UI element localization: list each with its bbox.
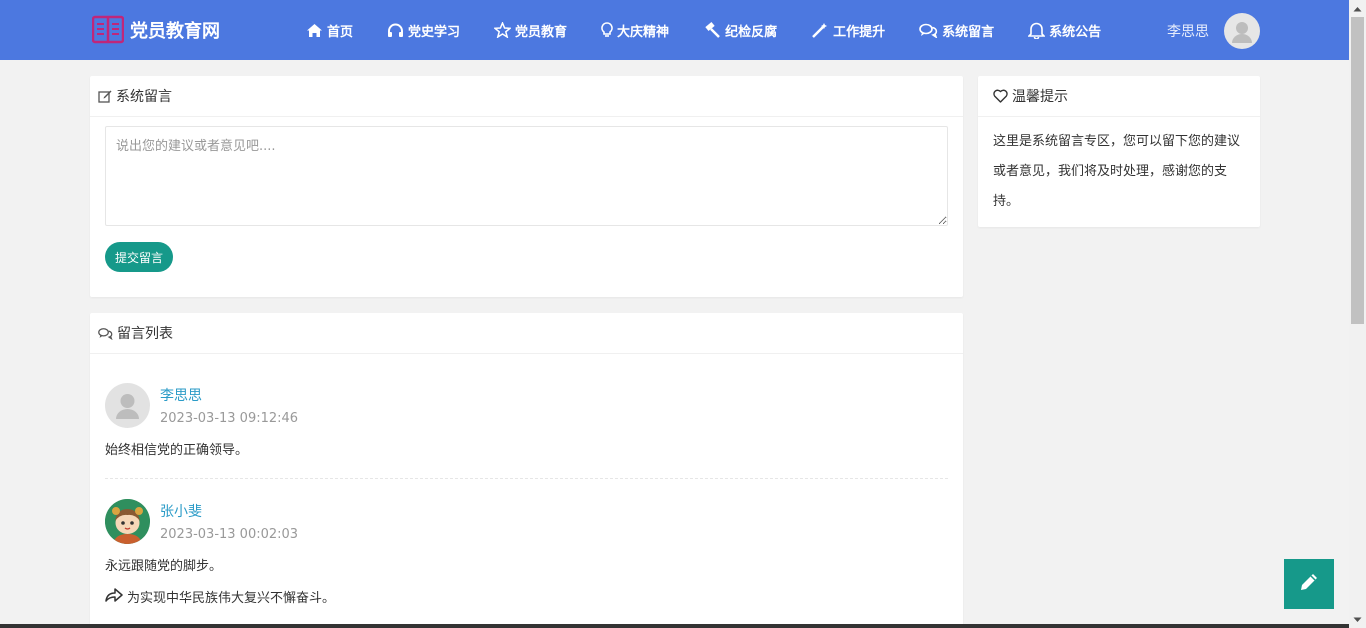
home-icon	[306, 23, 323, 38]
nav-item-discipline[interactable]: 纪检反腐	[703, 21, 777, 40]
message-form-card: 系统留言 提交留言	[90, 76, 963, 297]
comment-content: 永远跟随党的脚步。	[105, 559, 223, 574]
message-input[interactable]	[105, 126, 948, 226]
gavel-icon	[703, 22, 721, 38]
page-scrollbar[interactable]	[1349, 0, 1366, 628]
book-logo-icon	[92, 15, 124, 45]
tips-card: 温馨提示 这里是系统留言专区，您可以留下您的建议或者意见，我们将及时处理，感谢您…	[978, 76, 1260, 227]
heart-icon	[993, 89, 1008, 103]
card-title: 留言列表	[117, 326, 173, 342]
edit-icon	[98, 89, 112, 103]
list-item: 李思思 2023-03-13 09:12:46 始终相信党的正确领导。	[105, 383, 948, 463]
nav-item-system-message[interactable]: 系统留言	[919, 21, 994, 40]
current-user-name[interactable]: 李思思	[1167, 21, 1209, 41]
comment-time: 2023-03-13 00:02:03	[160, 527, 299, 542]
avatar[interactable]	[105, 499, 150, 544]
comment-content: 始终相信党的正确领导。	[105, 443, 249, 458]
user-silhouette-icon	[116, 394, 139, 419]
magic-wand-icon	[811, 22, 829, 38]
card-title: 系统留言	[116, 89, 172, 105]
comment-author[interactable]: 张小斐	[160, 501, 202, 521]
card-header: 系统留言	[90, 76, 963, 117]
nav-item-daqing-spirit[interactable]: 大庆精神	[601, 21, 669, 40]
comments-icon	[98, 327, 113, 340]
headphones-icon	[387, 23, 404, 38]
scroll-up-icon[interactable]	[1349, 0, 1366, 17]
message-list-card: 留言列表 李思思 2023-03-13 09:12:46 始终相信党的正确领导。	[90, 313, 963, 628]
nav-label: 系统留言	[942, 24, 995, 40]
site-title: 党员教育网	[130, 21, 220, 42]
compose-button[interactable]	[1284, 559, 1334, 609]
card-header: 留言列表	[90, 313, 963, 354]
tip-text: 这里是系统留言专区，您可以留下您的建议或者意见，我们将及时处理，感谢您的支持。	[993, 134, 1241, 209]
comments-icon	[919, 23, 938, 38]
nav-item-work-improvement[interactable]: 工作提升	[811, 21, 885, 40]
list-item: 张小斐 2023-03-13 00:02:03 永远跟随党的脚步。 为实现中华民…	[105, 499, 948, 609]
lightbulb-icon	[601, 22, 613, 38]
main-nav: 首页 党史学习 党员教育 大庆精神 纪检反腐 工作提升 系统留言 系统公告	[306, 0, 1135, 60]
share-arrow-icon	[105, 587, 123, 606]
nav-item-member-education[interactable]: 党员教育	[494, 21, 567, 40]
scrollbar-thumb[interactable]	[1351, 17, 1364, 324]
avatar[interactable]	[105, 383, 150, 428]
submit-message-button[interactable]: 提交留言	[105, 242, 173, 272]
nav-label: 党员教育	[515, 24, 568, 40]
nav-label: 系统公告	[1049, 24, 1102, 40]
nav-label: 纪检反腐	[725, 24, 778, 40]
comment-author[interactable]: 李思思	[160, 385, 202, 405]
cartoon-avatar-icon	[105, 499, 150, 544]
nav-label: 党史学习	[408, 24, 461, 40]
top-navbar: 党员教育网 首页 党史学习 党员教育 大庆精神 纪检反腐 工作提升 系统留言 系…	[0, 0, 1349, 60]
nav-label: 大庆精神	[617, 24, 670, 40]
nav-item-home[interactable]: 首页	[306, 21, 353, 40]
divider	[105, 478, 948, 479]
card-title: 温馨提示	[1012, 89, 1068, 105]
star-icon	[494, 22, 512, 38]
comment-time: 2023-03-13 09:12:46	[160, 411, 299, 426]
user-avatar[interactable]	[1224, 13, 1260, 49]
bell-icon	[1028, 22, 1046, 39]
comment-reply: 为实现中华民族伟大复兴不懈奋斗。	[105, 587, 335, 606]
nav-label: 工作提升	[833, 24, 886, 40]
nav-item-party-history[interactable]: 党史学习	[387, 21, 460, 40]
bottom-edge	[0, 624, 1349, 628]
nav-label: 首页	[327, 24, 354, 40]
reply-text: 为实现中华民族伟大复兴不懈奋斗。	[127, 591, 336, 606]
pencil-icon	[1298, 571, 1320, 597]
card-header: 温馨提示	[978, 76, 1260, 117]
site-logo[interactable]: 党员教育网	[92, 14, 220, 46]
nav-item-system-notice[interactable]: 系统公告	[1028, 21, 1101, 40]
scroll-down-icon[interactable]	[1349, 611, 1366, 628]
user-silhouette-icon	[1232, 22, 1252, 43]
